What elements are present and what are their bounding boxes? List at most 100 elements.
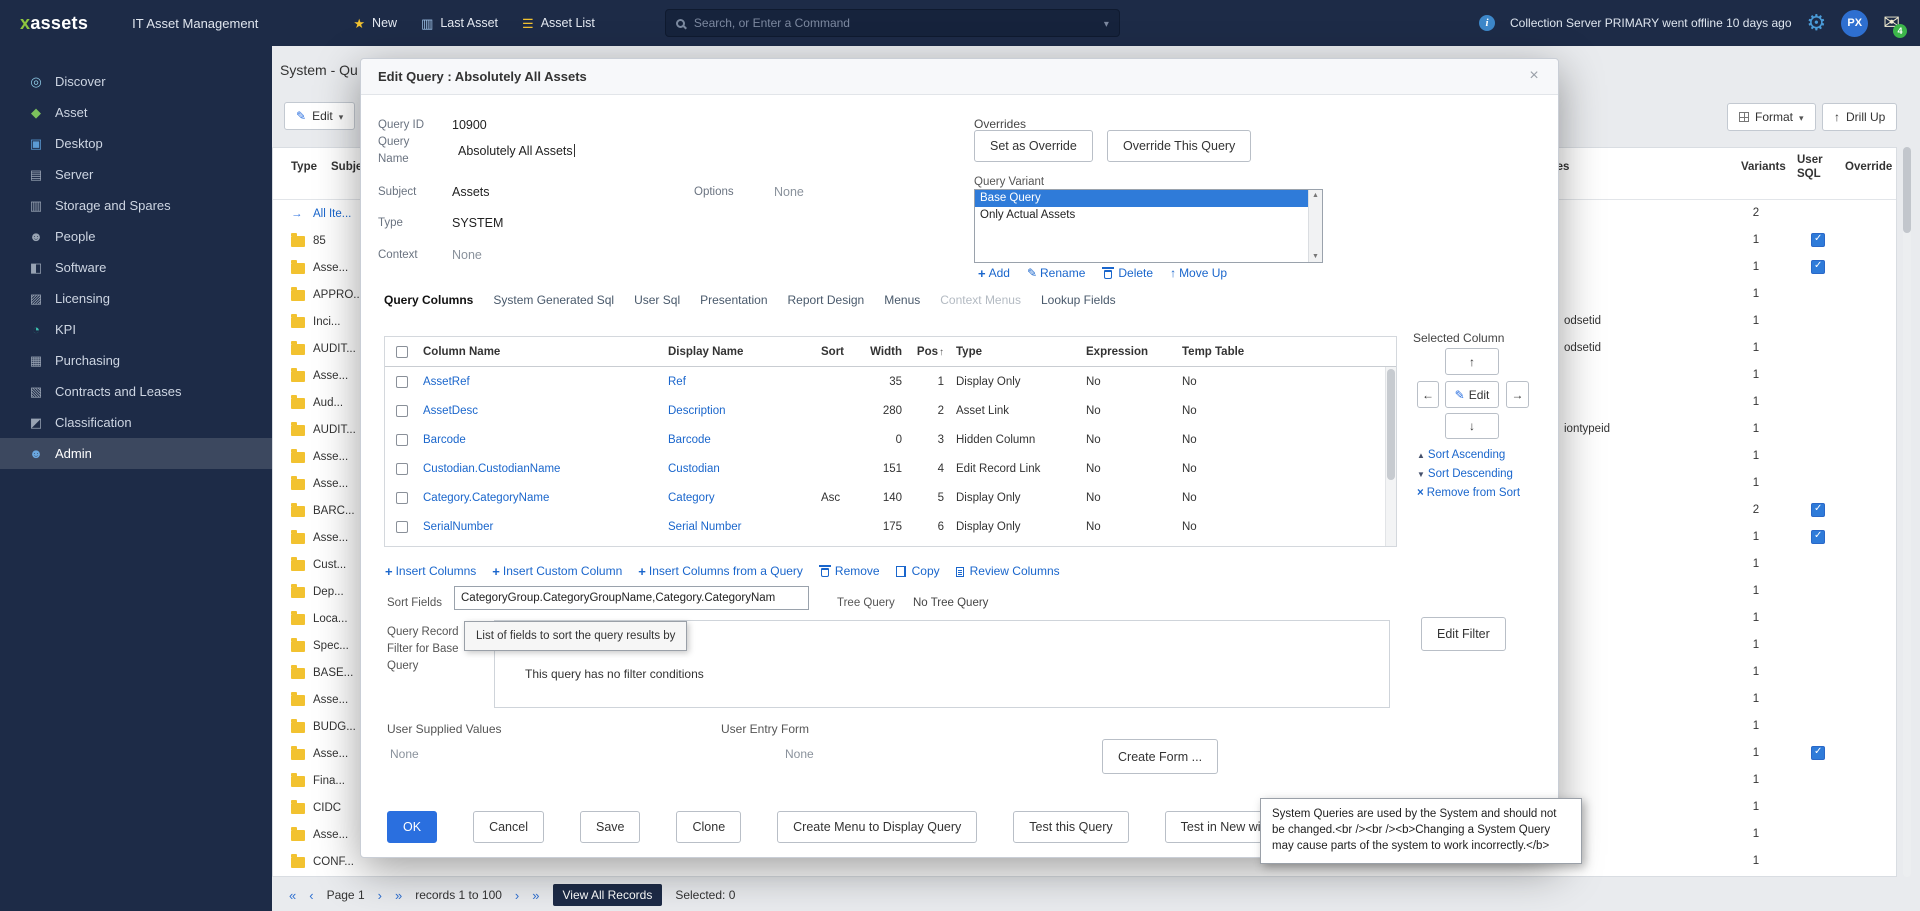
sidebar-item-storage[interactable]: ▥ Storage and Spares xyxy=(0,190,272,221)
insert-columns-from-query-link[interactable]: Insert Columns from a Query xyxy=(638,564,803,578)
cancel-button[interactable]: Cancel xyxy=(473,811,544,843)
cell-column-name[interactable]: Barcode xyxy=(419,434,664,446)
last-page-button[interactable] xyxy=(395,889,402,902)
view-all-records-button[interactable]: View All Records xyxy=(553,884,663,906)
cell-display-name[interactable]: Ref xyxy=(664,376,817,388)
tab-query-columns[interactable]: Query Columns xyxy=(384,293,473,307)
sidebar-item-desktop[interactable]: ▣ Desktop xyxy=(0,128,272,159)
variant-option[interactable]: Only Actual Assets xyxy=(975,207,1322,224)
sidebar-item-admin[interactable]: ☻ Admin xyxy=(0,438,272,469)
row-checkbox[interactable] xyxy=(396,405,408,417)
vertical-scrollbar[interactable] xyxy=(1903,147,1911,877)
sidebar-item-software[interactable]: ◧ Software xyxy=(0,252,272,283)
tab-system-generated-sql[interactable]: System Generated Sql xyxy=(493,293,614,307)
cell-display-name[interactable]: Custodian xyxy=(664,463,817,475)
save-button[interactable]: Save xyxy=(580,811,641,843)
remove-link[interactable]: Remove xyxy=(819,564,880,578)
header-pos[interactable]: Pos xyxy=(912,346,952,358)
mail-icon[interactable]: 4 xyxy=(1883,13,1900,33)
sort-descending-link[interactable]: Sort Descending xyxy=(1417,468,1520,480)
scrollbar-thumb[interactable] xyxy=(1903,147,1911,233)
avatar[interactable]: PX xyxy=(1841,10,1868,37)
move-column-right-button[interactable] xyxy=(1506,381,1529,408)
variant-option[interactable]: Base Query xyxy=(975,190,1322,207)
header-temp-table[interactable]: Temp Table xyxy=(1178,346,1268,358)
cell-display-name[interactable]: Category xyxy=(664,492,817,504)
column-header-variants[interactable]: Variants xyxy=(1741,161,1786,173)
move-up-variant-link[interactable]: Move Up xyxy=(1170,266,1227,280)
edit-dropdown-button[interactable]: Edit xyxy=(284,102,355,130)
row-checkbox[interactable] xyxy=(396,521,408,533)
column-header-type[interactable]: Type xyxy=(291,161,317,173)
insert-columns-link[interactable]: Insert Columns xyxy=(385,564,476,578)
select-all-checkbox[interactable] xyxy=(396,346,408,358)
sidebar-item-people[interactable]: ☻ People xyxy=(0,221,272,252)
sidebar-item-discover[interactable]: ◎ Discover xyxy=(0,66,272,97)
scrollbar-thumb[interactable] xyxy=(1387,369,1395,480)
tab-menus[interactable]: Menus xyxy=(884,293,920,307)
table-scrollbar[interactable] xyxy=(1385,367,1396,546)
column-row[interactable]: Barcode Barcode 0 3 Hidden Column No No xyxy=(385,425,1396,454)
sidebar-item-server[interactable]: ▤ Server xyxy=(0,159,272,190)
query-variant-listbox[interactable]: Base Query Only Actual Assets xyxy=(974,189,1323,263)
ok-button[interactable]: OK xyxy=(387,811,437,843)
previous-page-button[interactable] xyxy=(309,889,313,902)
sidebar-item-classification[interactable]: ◩ Classification xyxy=(0,407,272,438)
move-column-left-button[interactable] xyxy=(1417,381,1439,408)
column-row[interactable]: AssetRef Ref 35 1 Display Only No No xyxy=(385,367,1396,396)
cell-display-name[interactable]: Serial Number xyxy=(664,521,817,533)
asset-list-button[interactable]: ☰ Asset List xyxy=(522,16,595,30)
new-button[interactable]: ★ New xyxy=(353,16,397,30)
user-sql-checkbox[interactable] xyxy=(1811,233,1825,247)
rename-variant-link[interactable]: Rename xyxy=(1027,266,1085,280)
tab-report-design[interactable]: Report Design xyxy=(788,293,865,307)
edit-column-button[interactable]: Edit xyxy=(1445,381,1499,408)
clone-button[interactable]: Clone xyxy=(676,811,741,843)
create-form-button[interactable]: Create Form ... xyxy=(1102,739,1218,774)
edit-filter-button[interactable]: Edit Filter xyxy=(1421,617,1506,651)
query-name-input[interactable]: Absolutely All Assets xyxy=(458,144,575,158)
review-columns-link[interactable]: Review Columns xyxy=(956,564,1060,578)
move-column-down-button[interactable] xyxy=(1445,413,1499,439)
user-sql-checkbox[interactable] xyxy=(1811,260,1825,274)
scroll-down-icon[interactable] xyxy=(1312,253,1319,260)
user-sql-checkbox[interactable] xyxy=(1811,530,1825,544)
cell-display-name[interactable]: Barcode xyxy=(664,434,817,446)
column-header-overrides[interactable]: Override xyxy=(1845,161,1892,173)
create-menu-button[interactable]: Create Menu to Display Query xyxy=(777,811,977,843)
next-records-button[interactable] xyxy=(515,889,519,902)
test-query-button[interactable]: Test this Query xyxy=(1013,811,1128,843)
cell-column-name[interactable]: Custodian.CustodianName xyxy=(419,463,664,475)
row-checkbox[interactable] xyxy=(396,376,408,388)
next-page-button[interactable] xyxy=(378,889,382,902)
drill-up-button[interactable]: Drill Up xyxy=(1822,103,1897,131)
tab-presentation[interactable]: Presentation xyxy=(700,293,767,307)
sidebar-item-contracts[interactable]: ▧ Contracts and Leases xyxy=(0,376,272,407)
row-checkbox[interactable] xyxy=(396,492,408,504)
header-sort[interactable]: Sort xyxy=(817,346,860,358)
column-row[interactable]: SerialNumber Serial Number 175 6 Display… xyxy=(385,512,1396,541)
column-row[interactable]: Custodian.CustodianName Custodian 151 4 … xyxy=(385,454,1396,483)
column-row[interactable]: AssetDesc Description 280 2 Asset Link N… xyxy=(385,396,1396,425)
format-dropdown-button[interactable]: Format xyxy=(1727,103,1816,131)
cell-column-name[interactable]: AssetDesc xyxy=(419,405,664,417)
row-checkbox[interactable] xyxy=(396,463,408,475)
cell-column-name[interactable]: SerialNumber xyxy=(419,521,664,533)
command-search-input[interactable]: Search, or Enter a Command xyxy=(665,9,1120,37)
tab-lookup-fields[interactable]: Lookup Fields xyxy=(1041,293,1116,307)
header-display-name[interactable]: Display Name xyxy=(664,346,817,358)
close-icon[interactable] xyxy=(1524,67,1544,85)
tab-context-menus[interactable]: Context Menus xyxy=(940,293,1021,307)
override-this-query-button[interactable]: Override This Query xyxy=(1107,130,1251,162)
gear-icon[interactable] xyxy=(1807,12,1827,34)
sidebar-item-kpi[interactable]: ◔ KPI xyxy=(0,314,272,345)
header-width[interactable]: Width xyxy=(860,346,912,358)
scroll-up-icon[interactable] xyxy=(1312,192,1319,199)
add-variant-link[interactable]: Add xyxy=(978,266,1010,280)
header-expression[interactable]: Expression xyxy=(1082,346,1178,358)
remove-from-sort-link[interactable]: Remove from Sort xyxy=(1417,487,1520,499)
copy-link[interactable]: Copy xyxy=(896,564,940,578)
sidebar-item-licensing[interactable]: ▨ Licensing xyxy=(0,283,272,314)
delete-variant-link[interactable]: Delete xyxy=(1102,266,1153,280)
column-row[interactable]: Category.CategoryName Category Asc 140 5… xyxy=(385,483,1396,512)
